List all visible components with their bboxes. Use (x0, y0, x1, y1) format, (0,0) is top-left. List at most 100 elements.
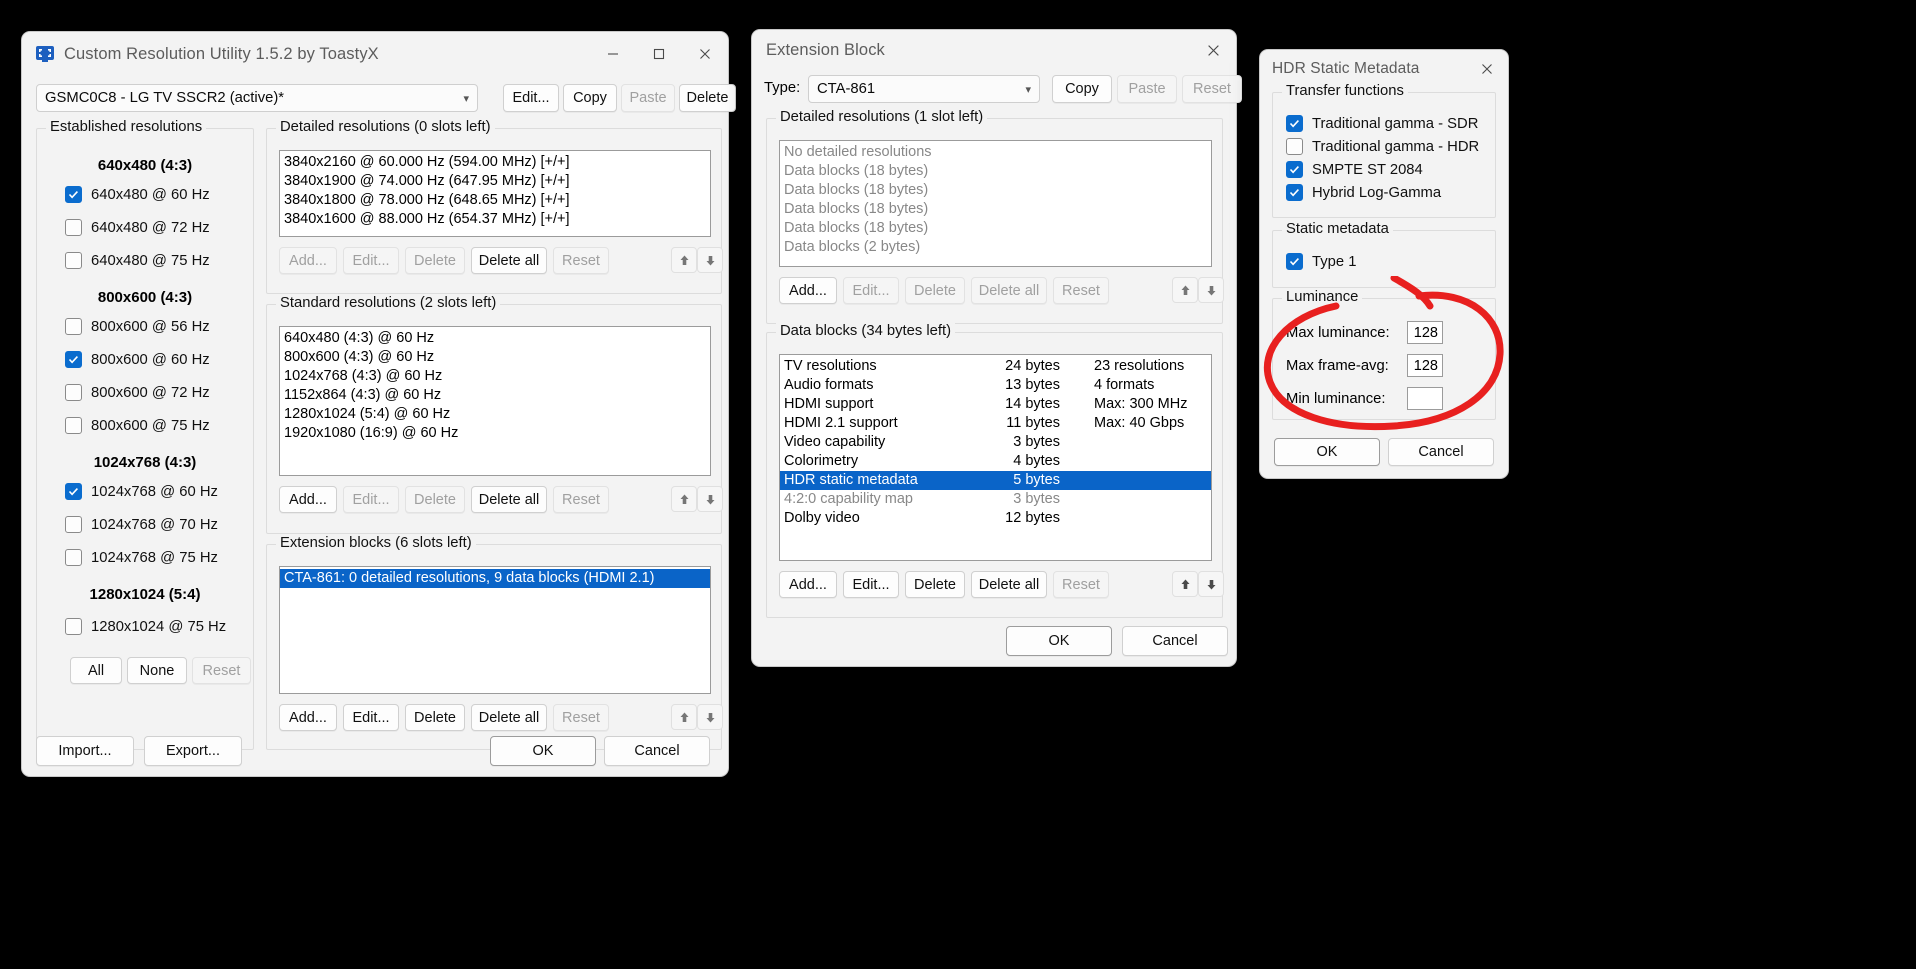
checkbox-1024x768-70[interactable]: 1024x768 @ 70 Hz (65, 516, 218, 533)
extblock-paste-button[interactable]: Paste (1117, 75, 1177, 103)
list-item[interactable]: 3840x2160 @ 60.000 Hz (594.00 MHz) [+/+] (280, 153, 710, 172)
ext-detailed-add-button[interactable]: Add... (779, 277, 837, 304)
datablocks-delete-all-button[interactable]: Delete all (971, 571, 1047, 598)
extblock-ok-button[interactable]: OK (1006, 626, 1112, 656)
max-luminance-input[interactable]: 128 (1407, 321, 1443, 344)
checkbox-traditional-gamma-sdr[interactable]: Traditional gamma - SDR (1286, 115, 1478, 132)
checkbox-1280x1024-75[interactable]: 1280x1024 @ 75 Hz (65, 618, 226, 635)
ext-detailed-list[interactable]: No detailed resolutions Data blocks (18 … (779, 140, 1212, 267)
arrow-down-icon[interactable] (697, 704, 723, 730)
datablocks-delete-button[interactable]: Delete (905, 571, 965, 598)
list-item[interactable]: 1024x768 (4:3) @ 60 Hz (280, 367, 710, 386)
datablocks-edit-button[interactable]: Edit... (843, 571, 899, 598)
extblocks-delete-all-button[interactable]: Delete all (471, 704, 547, 731)
checkbox-hybrid-log-gamma[interactable]: Hybrid Log-Gamma (1286, 184, 1441, 201)
ext-detailed-edit-button[interactable]: Edit... (843, 277, 899, 304)
checkbox-800x600-56[interactable]: 800x600 @ 56 Hz (65, 318, 210, 335)
extblocks-add-button[interactable]: Add... (279, 704, 337, 731)
checkbox-1024x768-60[interactable]: 1024x768 @ 60 Hz (65, 483, 218, 500)
list-item[interactable]: CTA-861: 0 detailed resolutions, 9 data … (280, 569, 710, 588)
cru-cancel-button[interactable]: Cancel (604, 736, 710, 766)
list-item[interactable]: Data blocks (2 bytes) (780, 238, 1211, 257)
table-row[interactable]: 4:2:0 capability map 3 bytes (780, 490, 1211, 509)
export-button[interactable]: Export... (144, 736, 242, 766)
detailed-edit-button[interactable]: Edit... (343, 247, 399, 274)
data-blocks-list[interactable]: TV resolutions 24 bytes 23 resolutions A… (779, 354, 1212, 561)
extblock-copy-button[interactable]: Copy (1052, 75, 1112, 103)
min-luminance-input[interactable] (1407, 387, 1443, 410)
paste-button[interactable]: Paste (621, 84, 675, 112)
list-item[interactable]: 3840x1800 @ 78.000 Hz (648.65 MHz) [+/+] (280, 191, 710, 210)
standard-reset-button[interactable]: Reset (553, 486, 609, 513)
standard-edit-button[interactable]: Edit... (343, 486, 399, 513)
arrow-up-icon[interactable] (671, 486, 697, 512)
arrow-down-icon[interactable] (1198, 571, 1224, 597)
checkbox-800x600-60[interactable]: 800x600 @ 60 Hz (65, 351, 210, 368)
arrow-up-icon[interactable] (671, 704, 697, 730)
arrow-down-icon[interactable] (697, 247, 723, 273)
established-reset-button[interactable]: Reset (192, 657, 251, 684)
detailed-delete-all-button[interactable]: Delete all (471, 247, 547, 274)
extblocks-delete-button[interactable]: Delete (405, 704, 465, 731)
list-item[interactable]: 3840x1900 @ 74.000 Hz (647.95 MHz) [+/+] (280, 172, 710, 191)
checkbox-640x480-75[interactable]: 640x480 @ 75 Hz (65, 252, 210, 269)
table-row[interactable]: Colorimetry 4 bytes (780, 452, 1211, 471)
close-icon[interactable] (682, 32, 728, 76)
detailed-add-button[interactable]: Add... (279, 247, 337, 274)
arrow-up-icon[interactable] (1172, 277, 1198, 303)
checkbox-800x600-75[interactable]: 800x600 @ 75 Hz (65, 417, 210, 434)
standard-resolutions-list[interactable]: 640x480 (4:3) @ 60 Hz 800x600 (4:3) @ 60… (279, 326, 711, 476)
checkbox-640x480-72[interactable]: 640x480 @ 72 Hz (65, 219, 210, 236)
standard-delete-all-button[interactable]: Delete all (471, 486, 547, 513)
arrow-down-icon[interactable] (697, 486, 723, 512)
list-item[interactable]: Data blocks (18 bytes) (780, 162, 1211, 181)
standard-add-button[interactable]: Add... (279, 486, 337, 513)
checkbox-640x480-60[interactable]: 640x480 @ 60 Hz (65, 186, 210, 203)
copy-button[interactable]: Copy (563, 84, 617, 112)
extension-block-titlebar[interactable]: Extension Block (752, 30, 1236, 70)
list-item[interactable]: Data blocks (18 bytes) (780, 200, 1211, 219)
extblocks-reset-button[interactable]: Reset (553, 704, 609, 731)
max-frame-avg-input[interactable]: 128 (1407, 354, 1443, 377)
checkbox-800x600-72[interactable]: 800x600 @ 72 Hz (65, 384, 210, 401)
list-item[interactable]: 1152x864 (4:3) @ 60 Hz (280, 386, 710, 405)
select-none-button[interactable]: None (127, 657, 187, 684)
delete-button[interactable]: Delete (679, 84, 736, 112)
standard-delete-button[interactable]: Delete (405, 486, 465, 513)
list-item[interactable]: 3840x1600 @ 88.000 Hz (654.37 MHz) [+/+] (280, 210, 710, 229)
arrow-up-icon[interactable] (1172, 571, 1198, 597)
table-row[interactable]: Video capability 3 bytes (780, 433, 1211, 452)
arrow-down-icon[interactable] (1198, 277, 1224, 303)
checkbox-type-1[interactable]: Type 1 (1286, 253, 1356, 270)
extension-blocks-list[interactable]: CTA-861: 0 detailed resolutions, 9 data … (279, 566, 711, 694)
detailed-reset-button[interactable]: Reset (553, 247, 609, 274)
datablocks-reset-button[interactable]: Reset (1053, 571, 1109, 598)
list-item[interactable]: 1920x1080 (16:9) @ 60 Hz (280, 424, 710, 443)
table-row[interactable]: HDMI support 14 bytes Max: 300 MHz (780, 395, 1211, 414)
list-item[interactable]: 1280x1024 (5:4) @ 60 Hz (280, 405, 710, 424)
close-icon[interactable] (1466, 50, 1508, 88)
table-row[interactable]: HDMI 2.1 support 11 bytes Max: 40 Gbps (780, 414, 1211, 433)
arrow-up-icon[interactable] (671, 247, 697, 273)
type-select[interactable]: CTA-861 ▾ (808, 75, 1040, 103)
cru-ok-button[interactable]: OK (490, 736, 596, 766)
maximize-icon[interactable] (636, 32, 682, 76)
table-row[interactable]: Audio formats 13 bytes 4 formats (780, 376, 1211, 395)
table-row[interactable]: HDR static metadata 5 bytes (780, 471, 1211, 490)
list-item[interactable]: Data blocks (18 bytes) (780, 181, 1211, 200)
import-button[interactable]: Import... (36, 736, 134, 766)
list-item[interactable]: Data blocks (18 bytes) (780, 219, 1211, 238)
ext-detailed-delete-button[interactable]: Delete (905, 277, 965, 304)
checkbox-1024x768-75[interactable]: 1024x768 @ 75 Hz (65, 549, 218, 566)
list-item[interactable]: No detailed resolutions (780, 143, 1211, 162)
extblock-cancel-button[interactable]: Cancel (1122, 626, 1228, 656)
cru-titlebar[interactable]: Custom Resolution Utility 1.5.2 by Toast… (22, 32, 728, 76)
datablocks-add-button[interactable]: Add... (779, 571, 837, 598)
hdr-ok-button[interactable]: OK (1274, 438, 1380, 466)
list-item[interactable]: 640x480 (4:3) @ 60 Hz (280, 329, 710, 348)
table-row[interactable]: TV resolutions 24 bytes 23 resolutions (780, 357, 1211, 376)
checkbox-smpte-st-2084[interactable]: SMPTE ST 2084 (1286, 161, 1423, 178)
edit-button[interactable]: Edit... (503, 84, 559, 112)
minimize-icon[interactable] (590, 32, 636, 76)
monitor-select[interactable]: GSMC0C8 - LG TV SSCR2 (active)* ▾ (36, 84, 478, 112)
